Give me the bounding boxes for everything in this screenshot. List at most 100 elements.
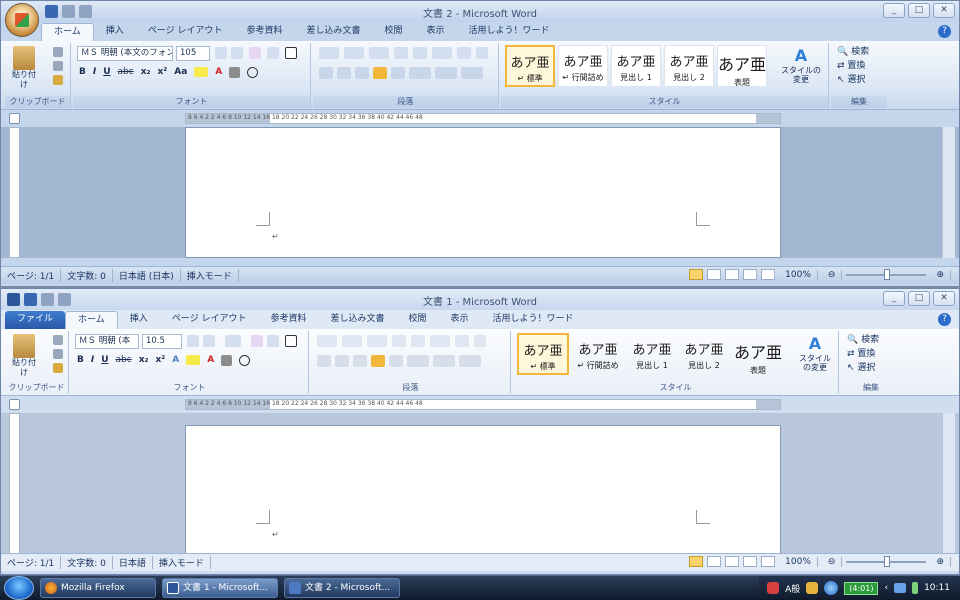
style-no-spacing[interactable]: あア亜 ↵ 行間詰め xyxy=(571,333,625,375)
paste-button[interactable]: 貼り付け xyxy=(9,45,39,89)
vertical-ruler[interactable] xyxy=(9,413,20,558)
superscript-icon[interactable]: x² xyxy=(155,355,165,366)
font-color-icon[interactable]: A xyxy=(207,355,214,366)
find-button[interactable]: 🔍 検索 xyxy=(837,45,869,59)
document-page[interactable]: ↵ xyxy=(185,127,781,258)
italic-icon[interactable]: I xyxy=(93,67,96,78)
start-button[interactable] xyxy=(4,576,34,600)
change-styles-button[interactable]: A スタイルの変更 xyxy=(779,45,823,87)
sort-icon[interactable] xyxy=(455,335,469,347)
ime-indicator[interactable]: A般 xyxy=(785,582,800,595)
web-layout-icon[interactable] xyxy=(725,269,740,280)
enclose-char-icon[interactable] xyxy=(239,355,251,366)
change-case-icon[interactable]: Aa xyxy=(174,67,187,78)
align-right-icon[interactable] xyxy=(355,67,369,79)
line-spacing-icon[interactable] xyxy=(409,67,431,79)
decrease-indent-icon[interactable] xyxy=(394,47,408,59)
superscript-icon[interactable]: x² xyxy=(157,67,167,78)
change-styles-button[interactable]: A スタイルの変更 xyxy=(795,333,835,377)
style-heading-1[interactable]: あア亜 見出し 1 xyxy=(611,45,661,87)
show-marks-icon[interactable] xyxy=(476,47,488,59)
format-painter-icon[interactable] xyxy=(53,363,63,373)
horizontal-ruler[interactable]: 8 6 4 2 2 4 6 8 10 12 14 16 18 20 22 24 … xyxy=(185,399,781,410)
char-border-icon[interactable] xyxy=(285,47,297,59)
help-icon[interactable]: ? xyxy=(938,25,951,38)
tab-file[interactable]: ファイル xyxy=(5,311,66,329)
help-icon[interactable]: ? xyxy=(938,313,951,326)
font-name-combo[interactable]: ＭＳ 明朝 (本文のフォン xyxy=(77,46,173,61)
distributed-icon[interactable] xyxy=(389,355,403,367)
tab-selector-icon[interactable] xyxy=(9,113,20,124)
font-size-combo[interactable]: 10.5 xyxy=(142,334,182,349)
word-count[interactable]: 文字数: 0 xyxy=(61,269,113,282)
align-left-icon[interactable] xyxy=(319,67,333,79)
multilevel-list-icon[interactable] xyxy=(367,335,387,347)
page-count[interactable]: ページ: 1/1 xyxy=(1,556,62,569)
web-layout-icon[interactable] xyxy=(725,556,740,567)
style-title[interactable]: あア亜 表題 xyxy=(731,333,785,375)
zoom-in-icon[interactable]: ⊕ xyxy=(930,556,951,567)
taskbar-item-word-2[interactable]: 文書 2 - Microsoft... xyxy=(284,578,400,598)
taskbar-item-firefox[interactable]: Mozilla Firefox xyxy=(40,578,156,598)
change-case-icon[interactable] xyxy=(225,335,241,347)
bullets-icon[interactable] xyxy=(317,335,337,347)
strikethrough-icon[interactable]: abc xyxy=(116,355,132,366)
print-layout-icon[interactable] xyxy=(689,556,704,567)
style-title[interactable]: あア亜 表題 xyxy=(717,45,767,87)
style-no-spacing[interactable]: あア亜 ↵ 行間詰め xyxy=(558,45,608,87)
style-heading-2[interactable]: あア亜 見出し 2 xyxy=(679,333,729,375)
office-button[interactable] xyxy=(5,3,39,37)
security-icon[interactable] xyxy=(767,582,780,594)
tab-addin[interactable]: 活用しよう！ワード xyxy=(457,23,562,41)
font-name-combo[interactable]: ＭＳ 明朝 (本 xyxy=(75,334,139,349)
increase-indent-icon[interactable] xyxy=(413,47,427,59)
clock[interactable]: 10:11 xyxy=(924,583,950,593)
enclose-char-icon[interactable] xyxy=(247,67,259,78)
shrink-font-icon[interactable] xyxy=(203,335,215,347)
insert-mode[interactable]: 挿入モード xyxy=(153,556,211,569)
asian-layout-icon[interactable] xyxy=(432,47,452,59)
taskbar-item-word-1[interactable]: 文書 1 - Microsoft... xyxy=(162,578,278,598)
fullscreen-reading-icon[interactable] xyxy=(707,556,722,567)
clear-format-icon[interactable] xyxy=(251,335,263,347)
find-button[interactable]: 🔍 検索 xyxy=(847,333,879,347)
tab-view[interactable]: 表示 xyxy=(414,23,456,41)
fullscreen-reading-icon[interactable] xyxy=(707,269,722,280)
font-color-icon[interactable]: A xyxy=(215,67,222,78)
shading-icon[interactable] xyxy=(433,355,455,367)
network-icon[interactable] xyxy=(824,581,839,595)
select-button[interactable]: ↖ 選択 xyxy=(837,73,869,87)
select-button[interactable]: ↖ 選択 xyxy=(847,361,879,375)
document-page[interactable]: ↵ xyxy=(185,425,781,558)
bullets-icon[interactable] xyxy=(319,47,339,59)
subscript-icon[interactable]: x₂ xyxy=(139,355,149,366)
close-button[interactable]: ✕ xyxy=(933,291,955,306)
display-icon[interactable] xyxy=(894,583,907,593)
justify-icon[interactable] xyxy=(371,355,385,367)
zoom-slider[interactable] xyxy=(846,268,927,280)
zoom-level[interactable]: 100% xyxy=(779,269,818,280)
maximize-button[interactable]: □ xyxy=(908,3,930,18)
underline-icon[interactable]: U xyxy=(101,355,108,366)
borders-icon[interactable] xyxy=(459,355,481,367)
tab-view[interactable]: 表示 xyxy=(439,311,481,329)
horizontal-ruler[interactable]: 8 6 4 2 2 4 6 8 10 12 14 16 18 20 22 24 … xyxy=(185,113,781,124)
tab-mailings[interactable]: 差し込み文書 xyxy=(294,23,372,41)
tab-home[interactable]: ホーム xyxy=(65,311,118,329)
phonetic-guide-icon[interactable] xyxy=(267,47,279,59)
minimize-button[interactable]: _ xyxy=(883,3,905,18)
language[interactable]: 日本語 (日本) xyxy=(113,269,181,282)
language[interactable]: 日本語 xyxy=(113,556,153,569)
phonetic-guide-icon[interactable] xyxy=(267,335,279,347)
highlight-icon[interactable] xyxy=(186,355,201,365)
shading-icon[interactable] xyxy=(435,67,457,79)
zoom-thumb[interactable] xyxy=(884,268,891,280)
zoom-out-icon[interactable]: ⊖ xyxy=(822,269,843,280)
decrease-indent-icon[interactable] xyxy=(392,335,406,347)
bold-icon[interactable]: B xyxy=(77,355,84,366)
zoom-slider[interactable] xyxy=(846,555,927,567)
outline-icon[interactable] xyxy=(743,269,758,280)
tab-references[interactable]: 参考資料 xyxy=(234,23,294,41)
char-shading-icon[interactable] xyxy=(229,67,241,78)
print-layout-icon[interactable] xyxy=(689,269,704,280)
